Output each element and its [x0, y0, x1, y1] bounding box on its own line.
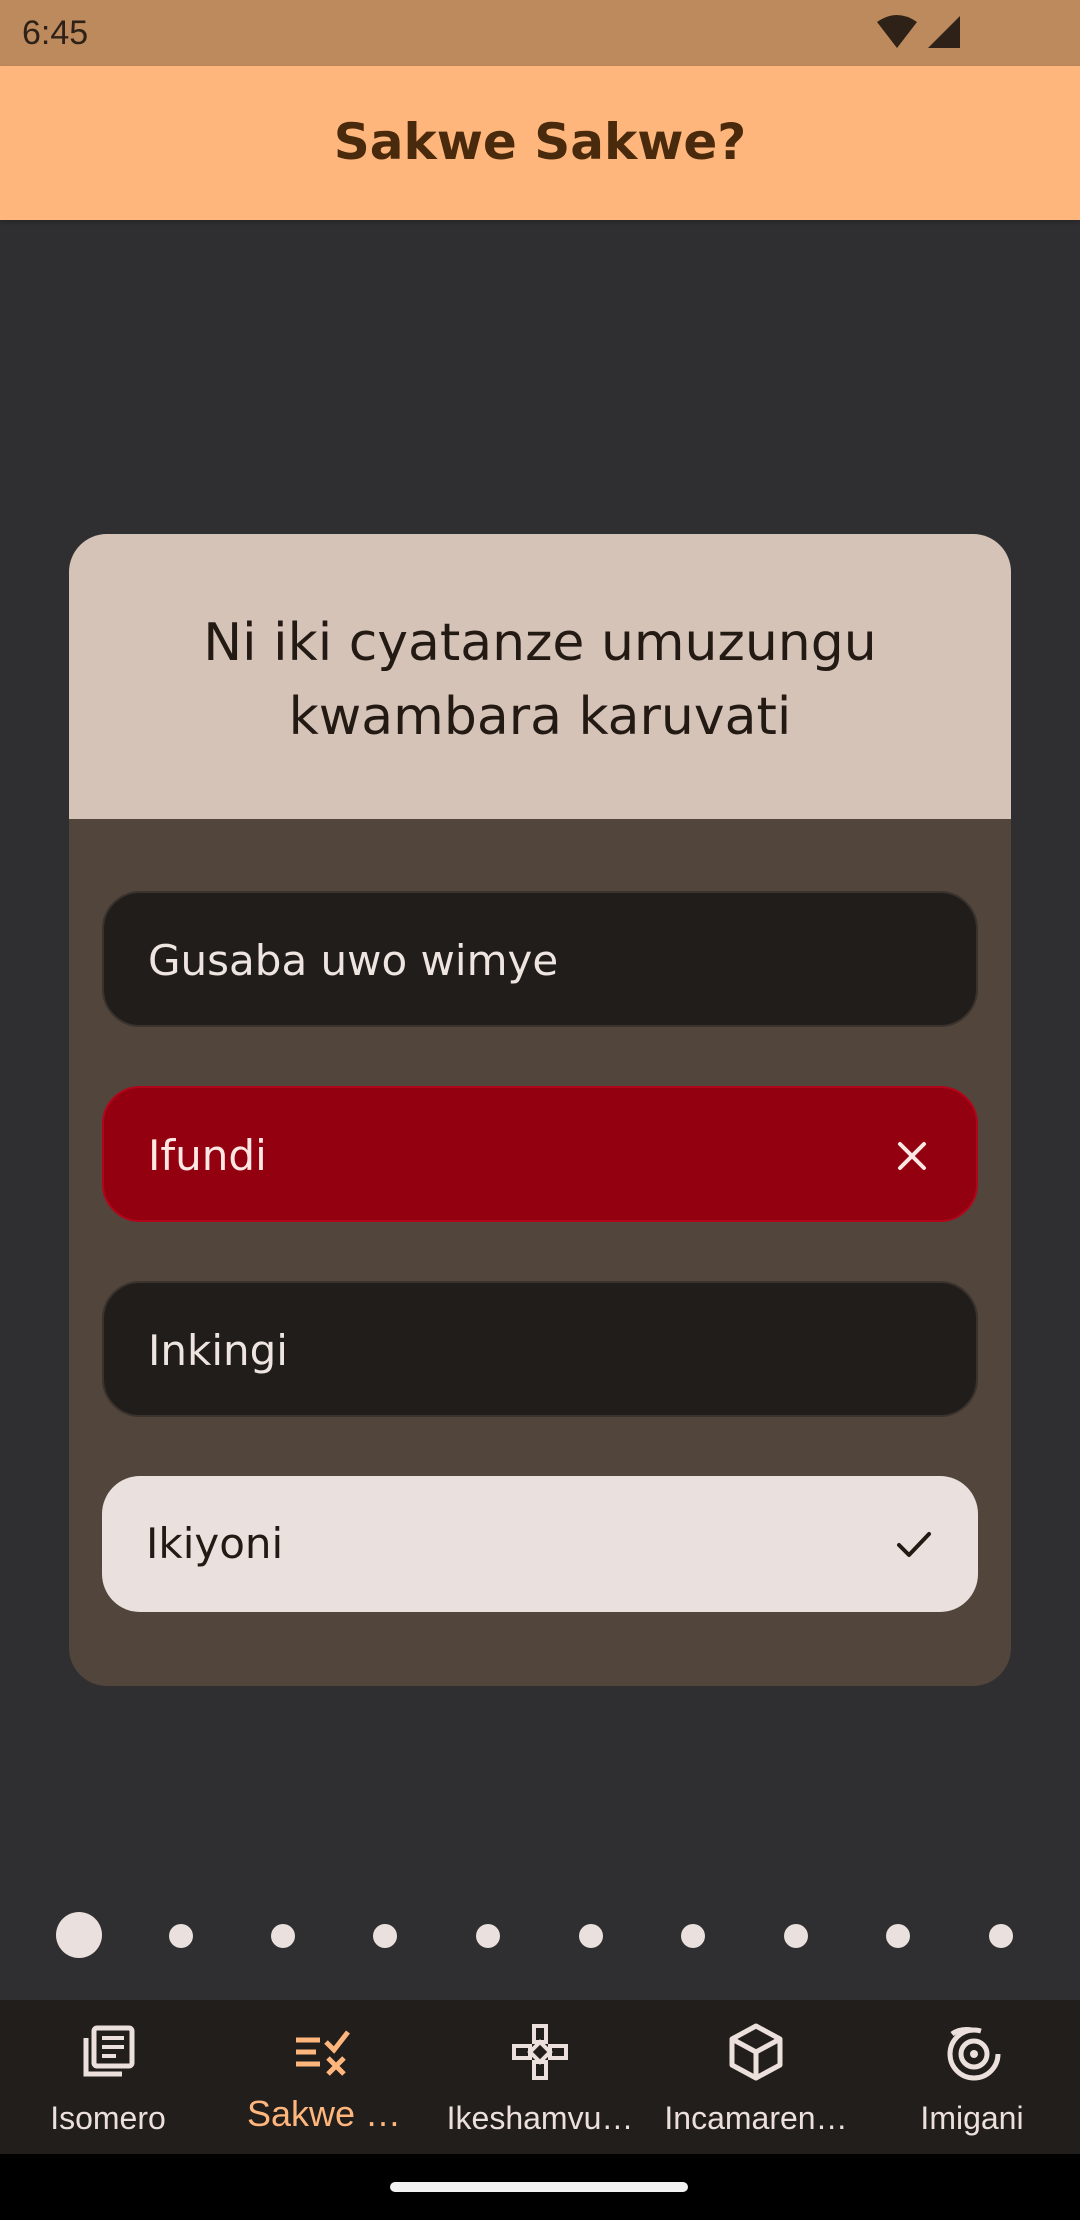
check-icon [894, 1524, 934, 1564]
page-dot-1[interactable] [56, 1912, 102, 1958]
quiz-card: Ni iki cyatanze umuzungu kwambara karuva… [69, 534, 1011, 1686]
page-dot-2[interactable] [169, 1924, 193, 1948]
page-dot-3[interactable] [271, 1924, 295, 1948]
home-gesture-handle[interactable] [390, 2182, 688, 2192]
status-bar: 6:45 [0, 0, 1080, 66]
nav-label: Sakwe … [246, 2094, 402, 2134]
bottom-navigation: Isomero Sakwe … Ikeshamvu… Incamaren… Im… [0, 2000, 1080, 2154]
close-icon [892, 1136, 932, 1176]
nav-label: Isomero [50, 2100, 166, 2136]
nav-item-incamarenga[interactable]: Incamaren… [648, 2000, 864, 2154]
nav-item-isomero[interactable]: Isomero [0, 2000, 216, 2154]
page-dot-6[interactable] [579, 1924, 603, 1948]
wifi-icon [876, 14, 918, 54]
spiral-icon [942, 2022, 1002, 2082]
page-indicator [0, 1912, 1080, 1960]
nav-item-ikeshamvugo[interactable]: Ikeshamvu… [432, 2000, 648, 2154]
nav-label: Ikeshamvu… [446, 2100, 634, 2136]
nav-item-imigani[interactable]: Imigani [864, 2000, 1080, 2154]
gamepad-icon [510, 2022, 570, 2082]
system-gesture-bar [0, 2154, 1080, 2220]
nav-label: Imigani [920, 2100, 1024, 2136]
page-dot-8[interactable] [784, 1924, 808, 1948]
answer-label: Inkingi [148, 1326, 288, 1375]
status-time: 6:45 [22, 14, 89, 52]
answer-option-1[interactable]: Gusaba uwo wimye [102, 891, 978, 1027]
nav-item-sakwe[interactable]: Sakwe … [216, 2000, 432, 2154]
answer-label: Ikiyoni [146, 1519, 284, 1568]
status-icons [876, 14, 962, 54]
answer-option-3[interactable]: Inkingi [102, 1281, 978, 1417]
page-dot-9[interactable] [886, 1924, 910, 1948]
answer-option-4[interactable]: Ikiyoni [102, 1476, 978, 1612]
cube-icon [726, 2022, 786, 2082]
answer-option-2[interactable]: Ifundi [102, 1086, 978, 1222]
app-bar: Sakwe Sakwe? [0, 66, 1080, 220]
answer-label: Ifundi [148, 1131, 267, 1180]
answer-label: Gusaba uwo wimye [148, 936, 559, 985]
page-dot-4[interactable] [373, 1924, 397, 1948]
nav-label: Incamaren… [664, 2100, 848, 2136]
page-dot-7[interactable] [681, 1924, 705, 1948]
cellular-signal-icon [926, 14, 962, 54]
question-text: Ni iki cyatanze umuzungu kwambara karuva… [203, 613, 877, 747]
question-box: Ni iki cyatanze umuzungu kwambara karuva… [69, 534, 1011, 819]
quiz-icon [292, 2022, 352, 2082]
page-dot-10[interactable] [989, 1924, 1013, 1948]
page-dot-5[interactable] [476, 1924, 500, 1948]
article-icon [78, 2022, 138, 2082]
app-title: Sakwe Sakwe? [333, 113, 747, 171]
